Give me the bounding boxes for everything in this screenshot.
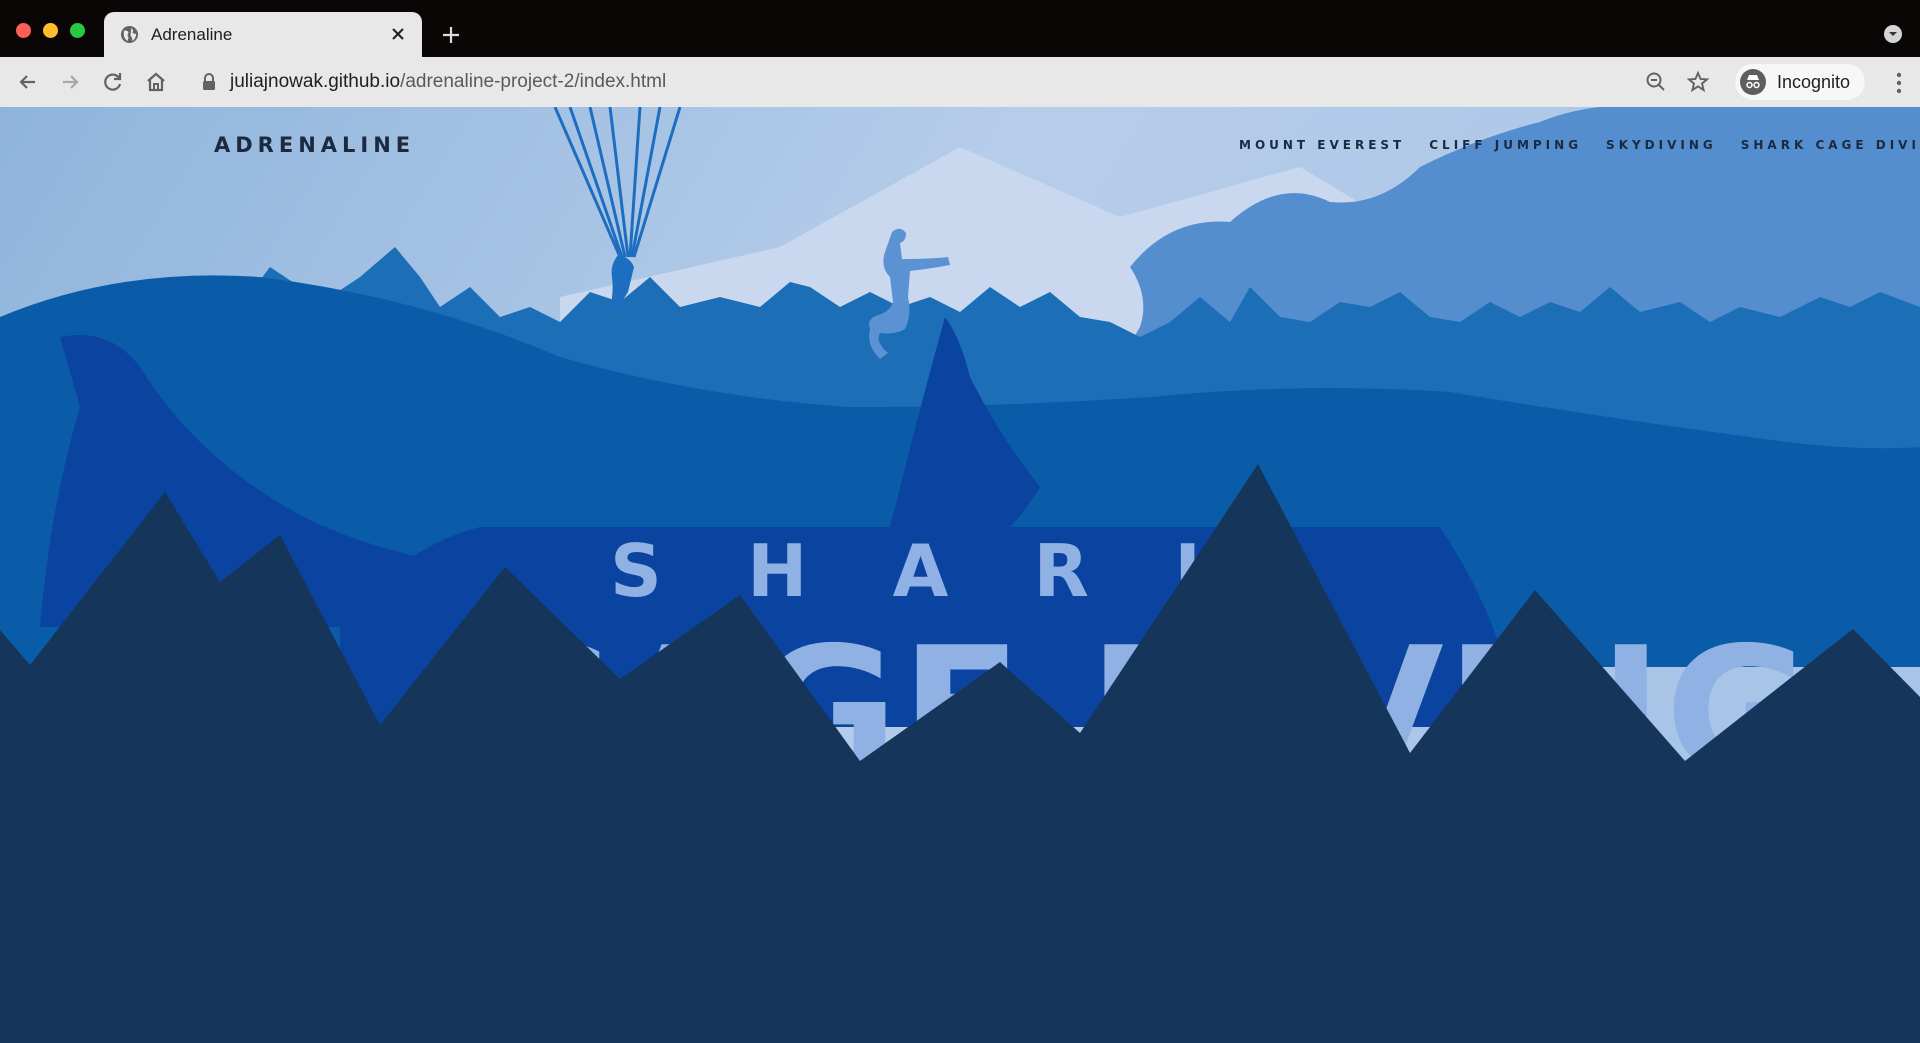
foreground-mountains (0, 464, 1920, 1043)
forward-arrow-icon[interactable] (57, 69, 83, 95)
minimize-window-button[interactable] (43, 23, 58, 38)
back-arrow-icon[interactable] (15, 69, 41, 95)
close-window-button[interactable] (16, 23, 31, 38)
incognito-icon (1740, 69, 1766, 95)
address-bar-url[interactable]: juliajnowak.github.io/adrenaline-project… (230, 71, 666, 93)
more-options-icon[interactable] (1896, 72, 1902, 94)
maximize-window-button[interactable] (70, 23, 85, 38)
globe-icon (120, 25, 139, 44)
url-host: juliajnowak.github.io (230, 71, 401, 92)
new-tab-icon[interactable] (440, 24, 462, 46)
lock-icon[interactable] (202, 72, 216, 92)
bookmark-star-icon[interactable] (1685, 69, 1711, 95)
tab-title: Adrenaline (151, 25, 233, 44)
browser-tab-active[interactable]: Adrenaline (104, 12, 422, 57)
incognito-badge[interactable]: Incognito (1735, 64, 1865, 100)
home-icon[interactable] (143, 69, 169, 95)
zoom-out-icon[interactable] (1643, 69, 1669, 95)
url-path: /adrenaline-project-2/index.html (400, 71, 667, 92)
close-tab-icon[interactable] (388, 24, 408, 44)
web-page: ADRENALINE MOUNT EVEREST CLIFF JUMPING S… (0, 107, 1920, 1043)
incognito-label: Incognito (1777, 72, 1851, 92)
tab-search-menu-icon[interactable] (1884, 25, 1902, 43)
browser-tab-bar: Adrenaline (0, 0, 1920, 57)
browser-toolbar: juliajnowak.github.io/adrenaline-project… (0, 57, 1920, 107)
reload-icon[interactable] (100, 69, 126, 95)
foreground-mountain-range (0, 464, 1920, 1043)
